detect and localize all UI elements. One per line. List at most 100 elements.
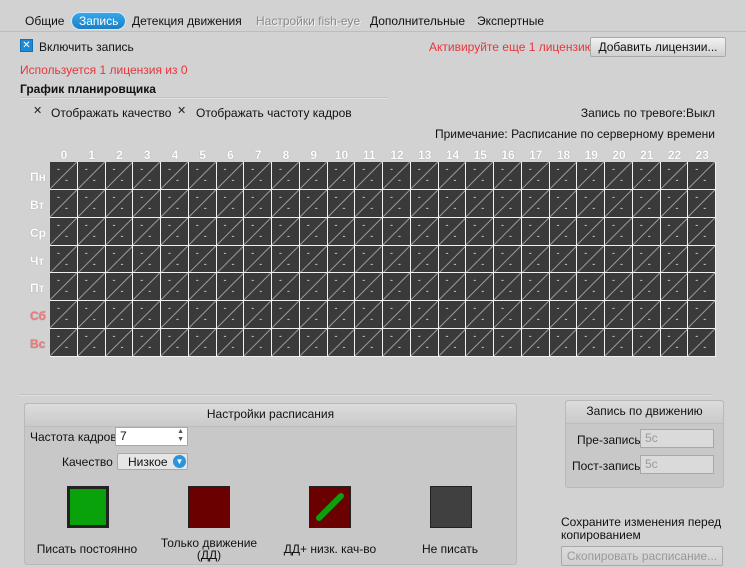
tab-recording[interactable]: Запись xyxy=(71,12,127,30)
schedule-cell[interactable]: -- xyxy=(50,245,77,273)
schedule-cell[interactable]: -- xyxy=(660,245,688,273)
schedule-cell[interactable]: -- xyxy=(521,217,549,245)
schedule-cell[interactable]: -- xyxy=(660,273,688,301)
schedule-cell[interactable]: -- xyxy=(105,189,133,217)
schedule-cell[interactable]: -- xyxy=(133,189,160,217)
schedule-cell[interactable]: -- xyxy=(410,329,438,356)
tab-additional[interactable]: Дополнительные xyxy=(363,13,472,29)
schedule-cell[interactable]: -- xyxy=(438,217,466,245)
schedule-cell[interactable]: -- xyxy=(327,245,355,273)
schedule-cell[interactable]: -- xyxy=(605,273,632,301)
schedule-cell[interactable]: -- xyxy=(133,273,160,301)
schedule-cell[interactable]: -- xyxy=(105,162,133,189)
schedule-cell[interactable]: -- xyxy=(383,301,410,329)
schedule-cell[interactable]: -- xyxy=(216,189,244,217)
schedule-cell[interactable]: -- xyxy=(161,162,188,189)
schedule-cell[interactable]: -- xyxy=(466,217,493,245)
schedule-cell[interactable]: -- xyxy=(577,189,604,217)
schedule-cell[interactable]: -- xyxy=(299,189,327,217)
show-fps-checkbox[interactable]: ✕ xyxy=(177,104,186,117)
schedule-cell[interactable]: -- xyxy=(355,189,382,217)
schedule-cell[interactable]: -- xyxy=(216,245,244,273)
schedule-cell[interactable]: -- xyxy=(216,217,244,245)
schedule-cell[interactable]: -- xyxy=(188,162,216,189)
schedule-cell[interactable]: -- xyxy=(410,189,438,217)
schedule-cell[interactable]: -- xyxy=(466,189,493,217)
schedule-cell[interactable]: -- xyxy=(244,162,271,189)
schedule-cell[interactable]: -- xyxy=(161,217,188,245)
schedule-cell[interactable]: -- xyxy=(50,189,77,217)
schedule-cell[interactable]: -- xyxy=(105,273,133,301)
schedule-cell[interactable]: -- xyxy=(299,273,327,301)
schedule-cell[interactable]: -- xyxy=(299,245,327,273)
schedule-cell[interactable]: -- xyxy=(77,273,105,301)
schedule-cell[interactable]: -- xyxy=(549,301,577,329)
schedule-cell[interactable]: -- xyxy=(355,245,382,273)
schedule-cell[interactable]: -- xyxy=(494,162,521,189)
tab-expert[interactable]: Экспертные xyxy=(470,13,551,29)
add-license-button[interactable]: Добавить лицензии... xyxy=(590,37,726,57)
schedule-cell[interactable]: -- xyxy=(383,217,410,245)
schedule-cell[interactable]: -- xyxy=(494,189,521,217)
schedule-cell[interactable]: -- xyxy=(688,217,715,245)
schedule-cell[interactable]: -- xyxy=(688,273,715,301)
schedule-cell[interactable]: -- xyxy=(410,162,438,189)
schedule-cell[interactable]: -- xyxy=(299,329,327,356)
schedule-cell[interactable]: -- xyxy=(383,329,410,356)
schedule-cell[interactable]: -- xyxy=(133,245,160,273)
schedule-cell[interactable]: -- xyxy=(244,273,271,301)
schedule-cell[interactable]: -- xyxy=(494,273,521,301)
schedule-cell[interactable]: -- xyxy=(327,217,355,245)
schedule-cell[interactable]: -- xyxy=(133,217,160,245)
schedule-cell[interactable]: -- xyxy=(521,329,549,356)
schedule-cell[interactable]: -- xyxy=(494,245,521,273)
schedule-cell[interactable]: -- xyxy=(549,273,577,301)
schedule-cell[interactable]: -- xyxy=(577,301,604,329)
schedule-cell[interactable]: -- xyxy=(660,217,688,245)
schedule-grid[interactable]: ----------------------------------------… xyxy=(50,162,716,357)
schedule-cell[interactable]: -- xyxy=(688,245,715,273)
schedule-cell[interactable]: -- xyxy=(410,301,438,329)
schedule-cell[interactable]: -- xyxy=(188,217,216,245)
schedule-cell[interactable]: -- xyxy=(549,189,577,217)
schedule-cell[interactable]: -- xyxy=(549,162,577,189)
schedule-cell[interactable]: -- xyxy=(632,273,660,301)
schedule-cell[interactable]: -- xyxy=(605,245,632,273)
schedule-cell[interactable]: -- xyxy=(438,273,466,301)
schedule-cell[interactable]: -- xyxy=(383,162,410,189)
schedule-cell[interactable]: -- xyxy=(272,301,299,329)
schedule-cell[interactable]: -- xyxy=(244,189,271,217)
schedule-cell[interactable]: -- xyxy=(549,217,577,245)
schedule-cell[interactable]: -- xyxy=(660,189,688,217)
schedule-cell[interactable]: -- xyxy=(466,329,493,356)
schedule-cell[interactable]: -- xyxy=(577,162,604,189)
schedule-cell[interactable]: -- xyxy=(77,162,105,189)
schedule-cell[interactable]: -- xyxy=(244,245,271,273)
schedule-cell[interactable]: -- xyxy=(410,217,438,245)
schedule-cell[interactable]: -- xyxy=(355,217,382,245)
schedule-cell[interactable]: -- xyxy=(299,162,327,189)
schedule-cell[interactable]: -- xyxy=(577,245,604,273)
tab-general[interactable]: Общие xyxy=(18,13,71,29)
schedule-cell[interactable]: -- xyxy=(521,162,549,189)
schedule-cell[interactable]: -- xyxy=(50,217,77,245)
schedule-cell[interactable]: -- xyxy=(438,301,466,329)
schedule-cell[interactable]: -- xyxy=(632,329,660,356)
fps-spinbox[interactable]: 7 ▲ ▼ xyxy=(115,427,188,446)
schedule-cell[interactable]: -- xyxy=(216,273,244,301)
schedule-cell[interactable]: -- xyxy=(272,329,299,356)
schedule-cell[interactable]: -- xyxy=(327,329,355,356)
schedule-cell[interactable]: -- xyxy=(355,273,382,301)
schedule-cell[interactable]: -- xyxy=(660,162,688,189)
schedule-cell[interactable]: -- xyxy=(632,245,660,273)
enable-recording-checkbox[interactable]: ✕ xyxy=(20,39,33,52)
schedule-cell[interactable]: -- xyxy=(216,301,244,329)
schedule-cell[interactable]: -- xyxy=(272,245,299,273)
schedule-cell[interactable]: -- xyxy=(466,245,493,273)
tab-motion-detection[interactable]: Детекция движения xyxy=(125,13,249,29)
schedule-cell[interactable]: -- xyxy=(549,329,577,356)
schedule-cell[interactable]: -- xyxy=(105,245,133,273)
schedule-cell[interactable]: -- xyxy=(632,189,660,217)
schedule-cell[interactable]: -- xyxy=(521,301,549,329)
schedule-cell[interactable]: -- xyxy=(161,245,188,273)
